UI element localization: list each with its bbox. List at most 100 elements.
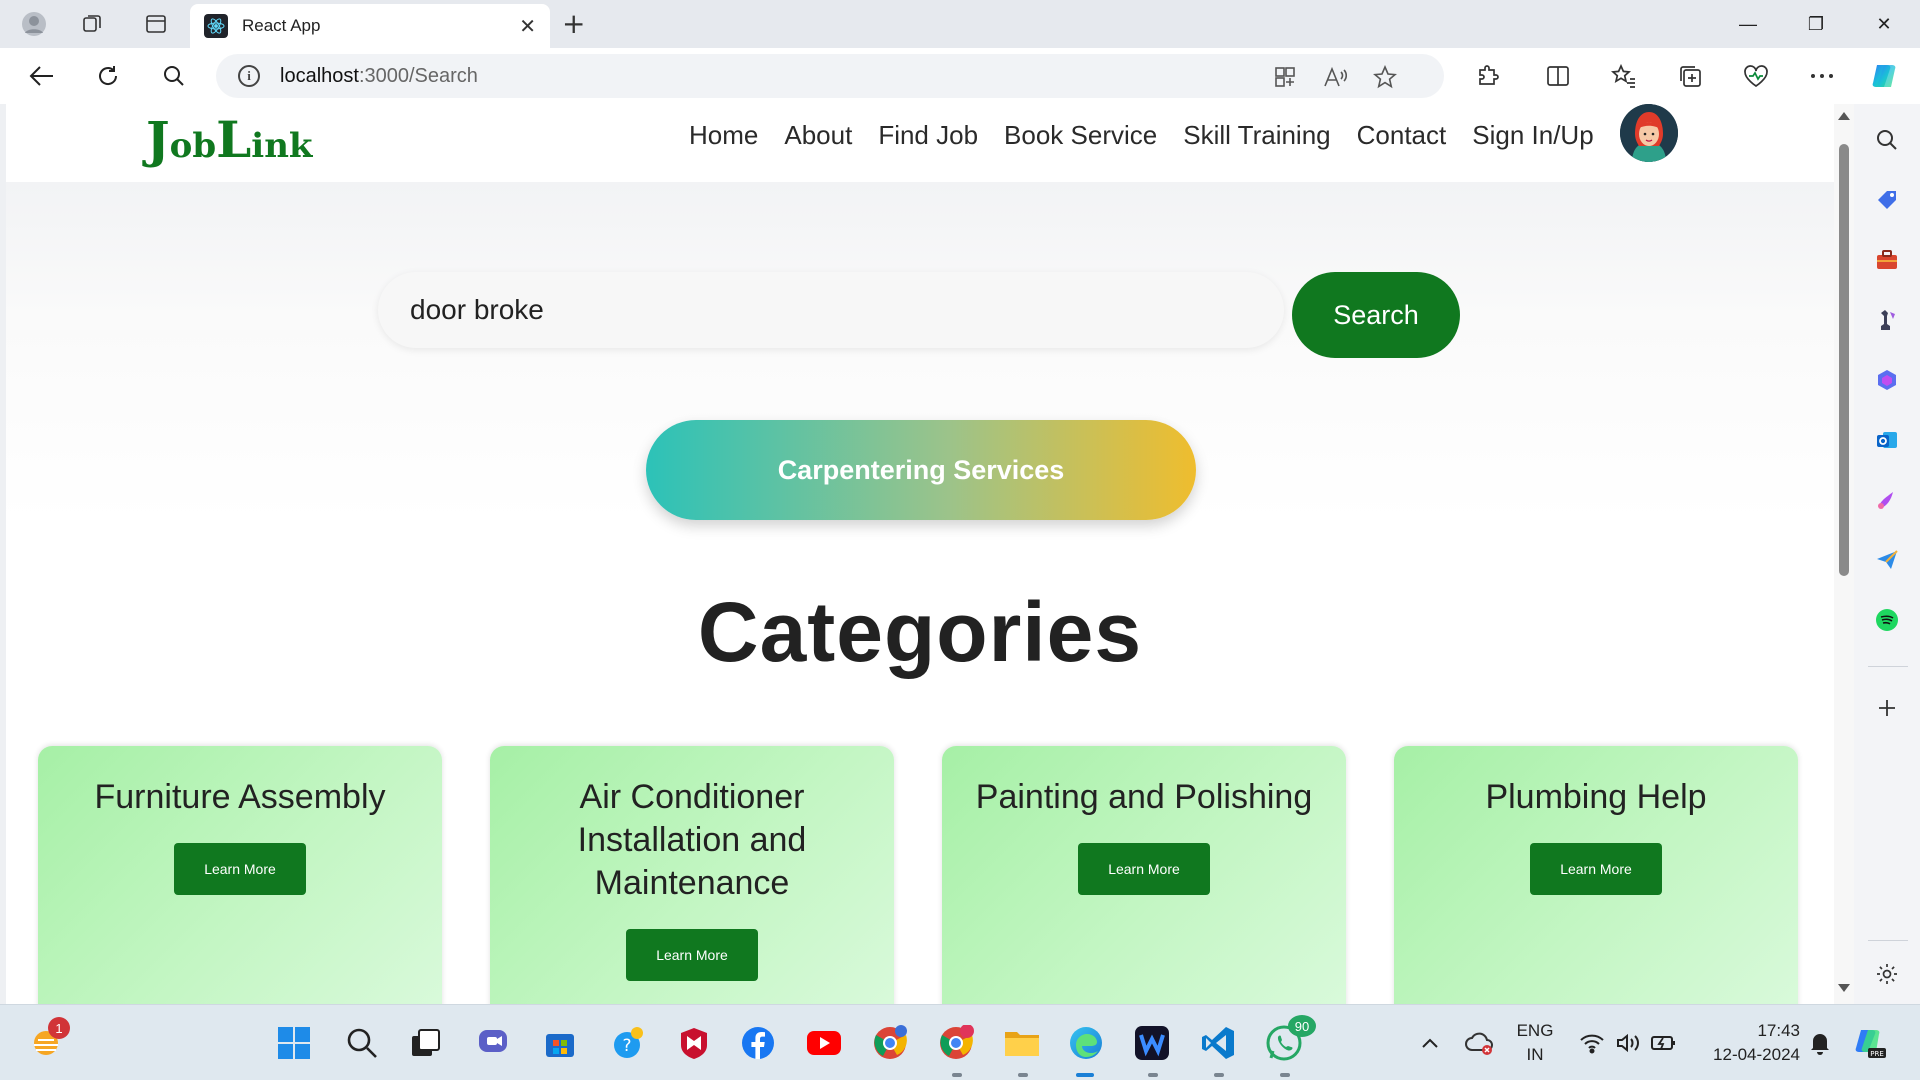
site-info-icon[interactable]: i (238, 65, 260, 87)
edge-browser-icon[interactable] (1066, 1023, 1106, 1063)
page-scrollbar[interactable] (1834, 104, 1854, 1004)
extensions-icon[interactable] (1472, 60, 1504, 92)
outlook-icon[interactable] (1873, 426, 1901, 454)
volume-icon[interactable] (1608, 1023, 1648, 1063)
shopping-tag-icon[interactable] (1873, 186, 1901, 214)
nav-sign-in-up[interactable]: Sign In/Up (1459, 112, 1606, 158)
chrome-profile-icon[interactable] (870, 1023, 910, 1063)
copilot-preview-icon[interactable]: PRE (1850, 1023, 1890, 1063)
whatsapp-unread-badge: 90 (1288, 1015, 1316, 1037)
favorites-icon[interactable] (1608, 60, 1640, 92)
collections-icon[interactable] (1674, 60, 1706, 92)
file-explorer-icon[interactable] (1002, 1023, 1042, 1063)
profile-icon[interactable] (18, 8, 50, 40)
add-sidebar-app-icon[interactable] (1873, 694, 1901, 722)
nav-home[interactable]: Home (676, 112, 771, 158)
minimize-button[interactable]: — (1718, 6, 1778, 42)
clock-time[interactable]: 17:43 (1690, 1021, 1800, 1041)
search-button[interactable]: Search (1292, 272, 1460, 358)
browser-essentials-icon[interactable] (1740, 60, 1772, 92)
sidebar-settings-gear-icon[interactable] (1873, 960, 1901, 988)
back-arrow-icon[interactable] (26, 60, 58, 92)
whatsapp-icon[interactable]: 90 (1264, 1015, 1316, 1063)
nav-about[interactable]: About (771, 112, 865, 158)
facebook-icon[interactable] (738, 1023, 778, 1063)
restore-button[interactable]: ❐ (1786, 6, 1846, 42)
running-indicator (1148, 1073, 1158, 1077)
category-title: Air Conditioner Installation and Mainten… (577, 778, 807, 902)
scrollbar-thumb[interactable] (1839, 144, 1849, 576)
onedrive-error-icon[interactable] (1460, 1023, 1500, 1063)
more-options-icon[interactable] (1806, 60, 1838, 92)
send-icon[interactable] (1873, 546, 1901, 574)
running-indicator (952, 1073, 962, 1077)
search-result-service[interactable]: Carpentering Services (646, 420, 1196, 520)
spotify-icon[interactable] (1873, 606, 1901, 634)
chat-icon[interactable] (474, 1023, 514, 1063)
learn-more-button[interactable]: Learn More (1078, 843, 1210, 895)
running-indicator (1018, 1073, 1028, 1077)
sidebar-divider (1868, 940, 1908, 941)
search-input[interactable] (378, 272, 1284, 348)
nav-find-job[interactable]: Find Job (865, 112, 991, 158)
user-avatar[interactable] (1620, 104, 1678, 162)
learn-more-button[interactable]: Learn More (626, 929, 758, 981)
tools-briefcase-icon[interactable] (1873, 246, 1901, 274)
joblink-logo[interactable]: Job Link (146, 112, 312, 168)
app-available-icon[interactable] (1272, 64, 1298, 90)
widgets-weather-icon[interactable]: 1 (26, 1017, 70, 1063)
tab-close-icon[interactable]: ✕ (519, 14, 536, 38)
nav-book-service[interactable]: Book Service (991, 112, 1170, 158)
nav-contact[interactable]: Contact (1344, 112, 1460, 158)
scroll-up-icon[interactable] (1838, 112, 1850, 120)
battery-charging-icon[interactable] (1644, 1023, 1684, 1063)
tab-title: React App (242, 16, 321, 35)
read-aloud-icon[interactable] (1322, 64, 1348, 90)
learn-more-button[interactable]: Learn More (1530, 843, 1662, 895)
wondershare-app-icon[interactable] (1132, 1023, 1172, 1063)
workspaces-icon[interactable] (76, 8, 108, 40)
search-icon[interactable] (158, 60, 190, 92)
new-tab-button[interactable]: + (562, 10, 585, 38)
split-screen-icon[interactable] (1542, 60, 1574, 92)
category-card: Painting and Polishing Learn More (942, 746, 1346, 1004)
chrome-profile-v-icon[interactable] (936, 1023, 976, 1063)
window-close-button[interactable]: ✕ (1854, 6, 1914, 42)
scroll-down-icon[interactable] (1838, 984, 1850, 992)
running-indicator (1280, 1073, 1290, 1077)
youtube-icon[interactable] (804, 1023, 844, 1063)
games-icon[interactable] (1873, 306, 1901, 334)
web-page: Job Link Home About Find Job Book Service… (6, 104, 1834, 1004)
clock-date[interactable]: 12-04-2024 (1690, 1045, 1800, 1065)
show-hidden-icons-chevron-icon[interactable] (1410, 1023, 1450, 1063)
address-bar[interactable]: i localhost:3000/Search (216, 54, 1444, 98)
start-windows-icon[interactable] (274, 1023, 314, 1063)
tips-help-icon[interactable]: ? (608, 1023, 648, 1063)
category-card: Furniture Assembly Learn More (38, 746, 442, 1004)
url-path: :3000/Search (358, 64, 478, 87)
vscode-icon[interactable] (1198, 1023, 1238, 1063)
microsoft-store-icon[interactable] (540, 1023, 580, 1063)
active-tab[interactable]: React App ✕ (190, 4, 550, 48)
taskbar-search-icon[interactable] (342, 1023, 382, 1063)
learn-more-button[interactable]: Learn More (174, 843, 306, 895)
notification-bell-icon[interactable] (1800, 1023, 1840, 1063)
microsoft-365-icon[interactable] (1873, 366, 1901, 394)
category-title: Painting and Polishing (975, 778, 1313, 816)
task-view-icon[interactable] (406, 1023, 446, 1063)
sidebar-divider (1868, 666, 1908, 667)
wifi-icon[interactable] (1572, 1023, 1612, 1063)
refresh-icon[interactable] (92, 60, 124, 92)
copilot-icon[interactable] (1868, 60, 1900, 92)
favorite-star-icon[interactable] (1372, 64, 1398, 90)
language-indicator-bottom[interactable]: IN (1512, 1045, 1558, 1065)
vertical-tabs-icon[interactable] (140, 8, 172, 40)
nav-skill-training[interactable]: Skill Training (1170, 112, 1343, 158)
sidebar-search-icon[interactable] (1873, 126, 1901, 154)
windows-taskbar: 1 ? 90 ENG IN 17:43 12-04-2024 PRE (0, 1004, 1920, 1080)
mcafee-icon[interactable] (674, 1023, 714, 1063)
site-navbar: Job Link Home About Find Job Book Service… (6, 104, 1834, 182)
language-indicator-top[interactable]: ENG (1512, 1021, 1558, 1041)
designer-icon[interactable] (1873, 486, 1901, 514)
category-card: Plumbing Help Learn More (1394, 746, 1798, 1004)
